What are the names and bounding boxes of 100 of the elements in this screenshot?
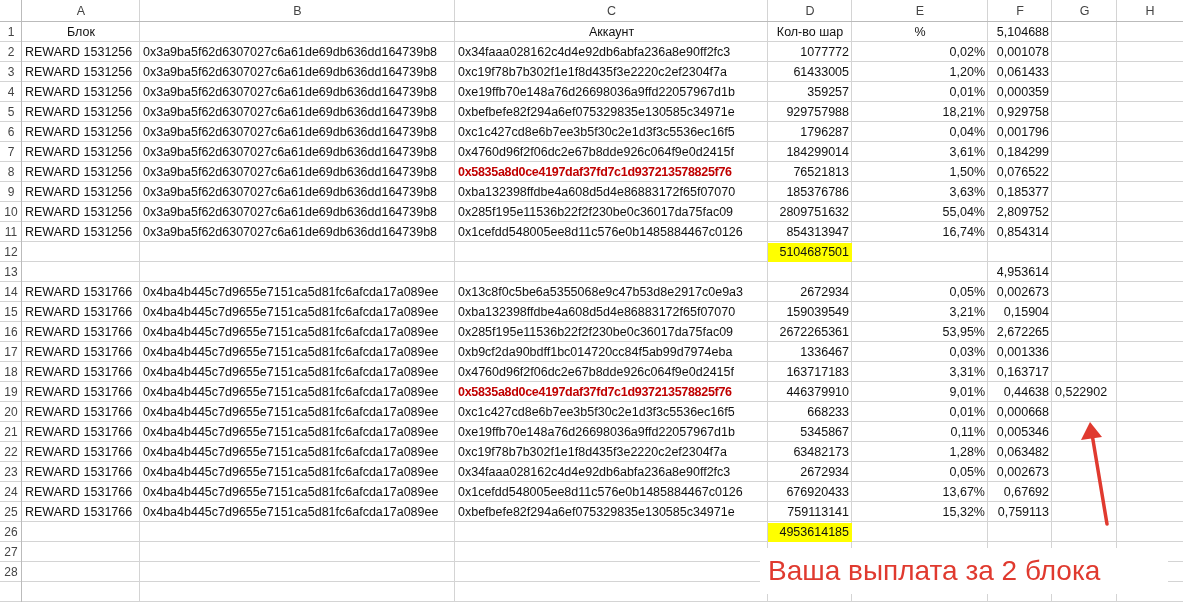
table-cell: 0x4ba4b445c7d9655e7151ca5d81fc6afcda17a089ee bbox=[143, 484, 439, 499]
row-number[interactable]: 7 bbox=[0, 142, 22, 162]
row-number[interactable]: 23 bbox=[0, 462, 22, 482]
table-cell: 0x3a9ba5f62d6307027c6a61de69db636dd164739b8 bbox=[143, 204, 438, 219]
column-header[interactable]: E bbox=[852, 0, 988, 22]
table-cell: REWARD 1531256 bbox=[25, 164, 133, 179]
row-number[interactable]: 4 bbox=[0, 82, 22, 102]
row-number[interactable]: 10 bbox=[0, 202, 22, 222]
table-cell: REWARD 1531256 bbox=[25, 104, 133, 119]
table-cell: 1,50% bbox=[949, 164, 985, 179]
row-number[interactable]: 8 bbox=[0, 162, 22, 182]
table-cell-text: 854313947 bbox=[785, 224, 850, 241]
column-header[interactable]: A bbox=[22, 0, 140, 22]
table-cell: 0x34faaa028162c4d4e92db6abfa236a8e90ff2fc3 bbox=[458, 464, 731, 479]
row-number[interactable]: 26 bbox=[0, 522, 22, 542]
table-cell: 0x13c8f0c5be6a5355068e9c47b53d8e2917c0e9a3 bbox=[458, 284, 743, 299]
row-number[interactable]: 21 bbox=[0, 422, 22, 442]
row-number[interactable]: 28 bbox=[0, 562, 22, 582]
table-cell-text: 929757988 bbox=[785, 104, 850, 121]
table-cell: 0,04% bbox=[949, 124, 985, 139]
table-cell: 0x4760d96f2f06dc2e67b8dde926c064f9e0d2415f bbox=[458, 144, 734, 159]
column-header[interactable]: D bbox=[768, 0, 852, 22]
table-cell: 0x3a9ba5f62d6307027c6a61de69db636dd164739b8 bbox=[143, 124, 438, 139]
table-cell: 0,005346 bbox=[996, 424, 1049, 439]
table-cell: 0,67692 bbox=[1003, 484, 1049, 499]
table-cell: Аккаунт bbox=[588, 24, 635, 39]
table-cell: 0,000359 bbox=[996, 84, 1049, 99]
table-cell: 0xba132398ffdbe4a608d5d4e86883172f65f07070 bbox=[458, 304, 736, 319]
table-cell: 0x4ba4b445c7d9655e7151ca5d81fc6afcda17a089ee bbox=[143, 424, 439, 439]
table-cell: 0x285f195e11536b22f2f230be0c36017da75fac09 bbox=[458, 324, 734, 339]
table-cell: 9,01% bbox=[949, 384, 985, 399]
table-cell: 15,32% bbox=[942, 504, 985, 519]
column-header[interactable]: H bbox=[1117, 0, 1183, 22]
table-cell: 0xba132398ffdbe4a608d5d4e86883172f65f07070 bbox=[458, 184, 736, 199]
table-cell: 0x4ba4b445c7d9655e7151ca5d81fc6afcda17a089ee bbox=[143, 344, 439, 359]
row-number[interactable]: 15 bbox=[0, 302, 22, 322]
row-number[interactable]: 25 bbox=[0, 502, 22, 522]
table-cell: 0x4ba4b445c7d9655e7151ca5d81fc6afcda17a089ee bbox=[143, 304, 439, 319]
annotation-text: Ваша выплата за 2 блока bbox=[760, 548, 1168, 594]
table-cell: 0,522902 bbox=[1055, 384, 1108, 399]
table-cell: 2,809752 bbox=[996, 204, 1049, 219]
row-number[interactable]: 5 bbox=[0, 102, 22, 122]
table-cell: 16,74% bbox=[942, 224, 985, 239]
table-cell: 0,05% bbox=[949, 284, 985, 299]
table-cell: 0x3a9ba5f62d6307027c6a61de69db636dd164739b8 bbox=[143, 64, 438, 79]
table-cell: 4953614185 bbox=[768, 522, 852, 542]
table-cell: 0,001336 bbox=[996, 344, 1049, 359]
table-cell-text: 5345867 bbox=[799, 424, 850, 441]
row-number[interactable]: 19 bbox=[0, 382, 22, 402]
table-cell: REWARD 1531766 bbox=[25, 384, 133, 399]
table-cell: 0x5835a8d0ce4197daf37fd7c1d937213578825f76 bbox=[458, 164, 732, 179]
table-cell: 0xb9cf2da90bdff1bc014720cc84f5ab99d7974eba bbox=[458, 344, 733, 359]
table-cell-text: 2809751632 bbox=[778, 204, 850, 221]
table-cell: 0xc1c427cd8e6b7ee3b5f30c2e1d3f3c5536ec16f5 bbox=[458, 124, 735, 139]
row-number[interactable]: 2 bbox=[0, 42, 22, 62]
table-cell-text: 2672265361 bbox=[778, 324, 850, 341]
table-cell: 0x4ba4b445c7d9655e7151ca5d81fc6afcda17a089ee bbox=[143, 504, 439, 519]
table-cell: 0,001078 bbox=[996, 44, 1049, 59]
table-cell-text: 359257 bbox=[806, 84, 850, 101]
row-number[interactable]: 12 bbox=[0, 242, 22, 262]
row-number[interactable]: 14 bbox=[0, 282, 22, 302]
table-cell: 0x3a9ba5f62d6307027c6a61de69db636dd164739b8 bbox=[143, 164, 438, 179]
table-cell-text: 185376786 bbox=[785, 184, 850, 201]
table-cell-text: 184299014 bbox=[785, 144, 850, 161]
row-number[interactable]: 11 bbox=[0, 222, 22, 242]
table-cell: 0,02% bbox=[949, 44, 985, 59]
table-cell: 0,002673 bbox=[996, 464, 1049, 479]
table-cell: 0,000668 bbox=[996, 404, 1049, 419]
table-cell-text: 668233 bbox=[806, 404, 850, 421]
row-number[interactable]: 6 bbox=[0, 122, 22, 142]
table-cell: 0x34faaa028162c4d4e92db6abfa236a8e90ff2fc3 bbox=[458, 44, 731, 59]
row-number[interactable]: 27 bbox=[0, 542, 22, 562]
table-cell: 0x3a9ba5f62d6307027c6a61de69db636dd164739b8 bbox=[143, 104, 438, 119]
row-number[interactable]: 3 bbox=[0, 62, 22, 82]
row-number[interactable]: 18 bbox=[0, 362, 22, 382]
row-number[interactable]: 20 bbox=[0, 402, 22, 422]
table-cell-text: 76521813 bbox=[792, 164, 850, 181]
table-cell: 0x4ba4b445c7d9655e7151ca5d81fc6afcda17a089ee bbox=[143, 404, 439, 419]
table-cell: 0x4ba4b445c7d9655e7151ca5d81fc6afcda17a089ee bbox=[143, 364, 439, 379]
row-number[interactable]: 9 bbox=[0, 182, 22, 202]
row-number[interactable]: 16 bbox=[0, 322, 22, 342]
table-cell: REWARD 1531766 bbox=[25, 404, 133, 419]
table-cell-text: 446379910 bbox=[785, 384, 850, 401]
row-number[interactable]: 22 bbox=[0, 442, 22, 462]
column-header[interactable]: F bbox=[988, 0, 1052, 22]
table-cell: 1,20% bbox=[949, 64, 985, 79]
table-cell: 0xc19f78b7b302f1e1f8d435f3e2220c2ef2304f7a bbox=[458, 444, 727, 459]
table-cell: 0,063482 bbox=[996, 444, 1049, 459]
table-cell-text: 159039549 bbox=[785, 304, 850, 321]
row-number[interactable]: 17 bbox=[0, 342, 22, 362]
column-header[interactable]: C bbox=[455, 0, 768, 22]
row-number[interactable]: 1 bbox=[0, 22, 22, 42]
row-number[interactable]: 24 bbox=[0, 482, 22, 502]
column-header[interactable]: B bbox=[140, 0, 455, 22]
table-cell: 0,929758 bbox=[996, 104, 1049, 119]
row-number[interactable]: 13 bbox=[0, 262, 22, 282]
table-cell: 1,28% bbox=[949, 444, 985, 459]
table-cell: 0,01% bbox=[949, 84, 985, 99]
column-header[interactable]: G bbox=[1052, 0, 1117, 22]
table-cell: 0xe19ffb70e148a76d26698036a9ffd22057967d1b bbox=[458, 424, 735, 439]
